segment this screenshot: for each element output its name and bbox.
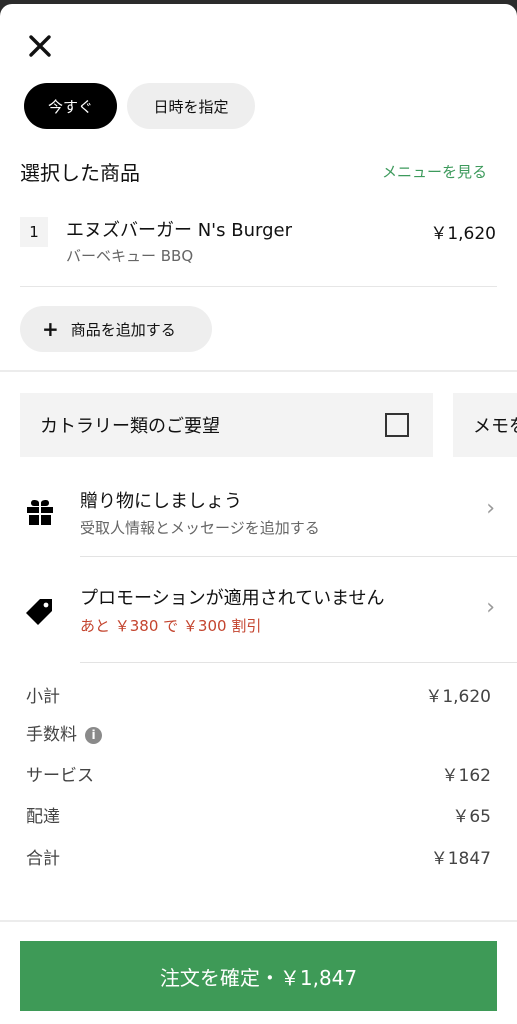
memo-card[interactable]: メモを [453, 393, 517, 457]
service-value: ￥162 [441, 766, 491, 786]
gift-subtitle: 受取人情報とメッセージを追加する [80, 519, 320, 537]
gift-option-row[interactable]: 贈り物にしましょう 受取人情報とメッセージを追加する › [0, 474, 517, 564]
close-icon[interactable] [24, 30, 56, 62]
delivery-label: 配達 [26, 807, 60, 827]
total-value: ￥1847 [430, 849, 491, 869]
item-quantity[interactable]: 1 [20, 217, 48, 247]
promotion-row[interactable]: プロモーションが適用されていません あと ￥380 で ￥300 割引 › [0, 569, 517, 659]
chevron-right-icon: › [486, 496, 495, 521]
memo-label: メモを [473, 416, 517, 437]
checkout-sheet: 今すぐ 日時を指定 選択した商品 メニューを見る 1 エヌズバーガー N's B… [0, 4, 517, 1024]
item-option: バーベキュー BBQ [66, 247, 194, 265]
divider [20, 286, 497, 287]
gift-title: 贈り物にしましょう [80, 491, 242, 512]
section-divider [0, 370, 517, 372]
tag-icon [24, 595, 56, 627]
delivery-value: ￥65 [452, 807, 491, 827]
subtotal-value: ￥1,620 [425, 687, 491, 707]
service-label: サービス [26, 766, 94, 786]
cutlery-checkbox[interactable] [385, 413, 409, 437]
fee-label: 手数料 [26, 725, 77, 745]
schedule-toggle-button[interactable]: 日時を指定 [127, 83, 255, 129]
service-fee-row: サービス ￥162 [26, 761, 491, 786]
add-item-button[interactable]: + 商品を追加する [20, 306, 212, 352]
promotion-title: プロモーションが適用されていません [80, 588, 385, 609]
divider [0, 920, 517, 922]
cutlery-label: カトラリー類のご要望 [40, 416, 220, 437]
now-toggle-button[interactable]: 今すぐ [24, 83, 117, 129]
divider [80, 662, 517, 663]
subtotal-row: 小計 ￥1,620 [26, 682, 491, 707]
divider [80, 556, 517, 557]
chevron-right-icon: › [486, 595, 495, 620]
gift-icon [24, 496, 56, 528]
promotion-subtitle: あと ￥380 で ￥300 割引 [80, 617, 262, 635]
total-row: 合計 ￥1847 [26, 844, 491, 869]
subtotal-label: 小計 [26, 687, 60, 707]
confirm-order-button[interactable]: 注文を確定・￥1,847 [20, 941, 497, 1011]
section-title: 選択した商品 [20, 161, 140, 185]
total-label: 合計 [26, 849, 60, 869]
add-item-label: 商品を追加する [70, 320, 176, 339]
cutlery-request-card[interactable]: カトラリー類のご要望 [20, 393, 433, 457]
view-menu-link[interactable]: メニューを見る [382, 161, 487, 182]
delivery-fee-row: 配達 ￥65 [26, 802, 491, 827]
item-name: エヌズバーガー N's Burger [66, 220, 292, 241]
plus-icon: + [42, 317, 59, 341]
info-icon[interactable]: i [85, 727, 102, 744]
item-price: ￥1,620 [430, 224, 496, 244]
fee-row: 手数料 i [26, 720, 491, 745]
